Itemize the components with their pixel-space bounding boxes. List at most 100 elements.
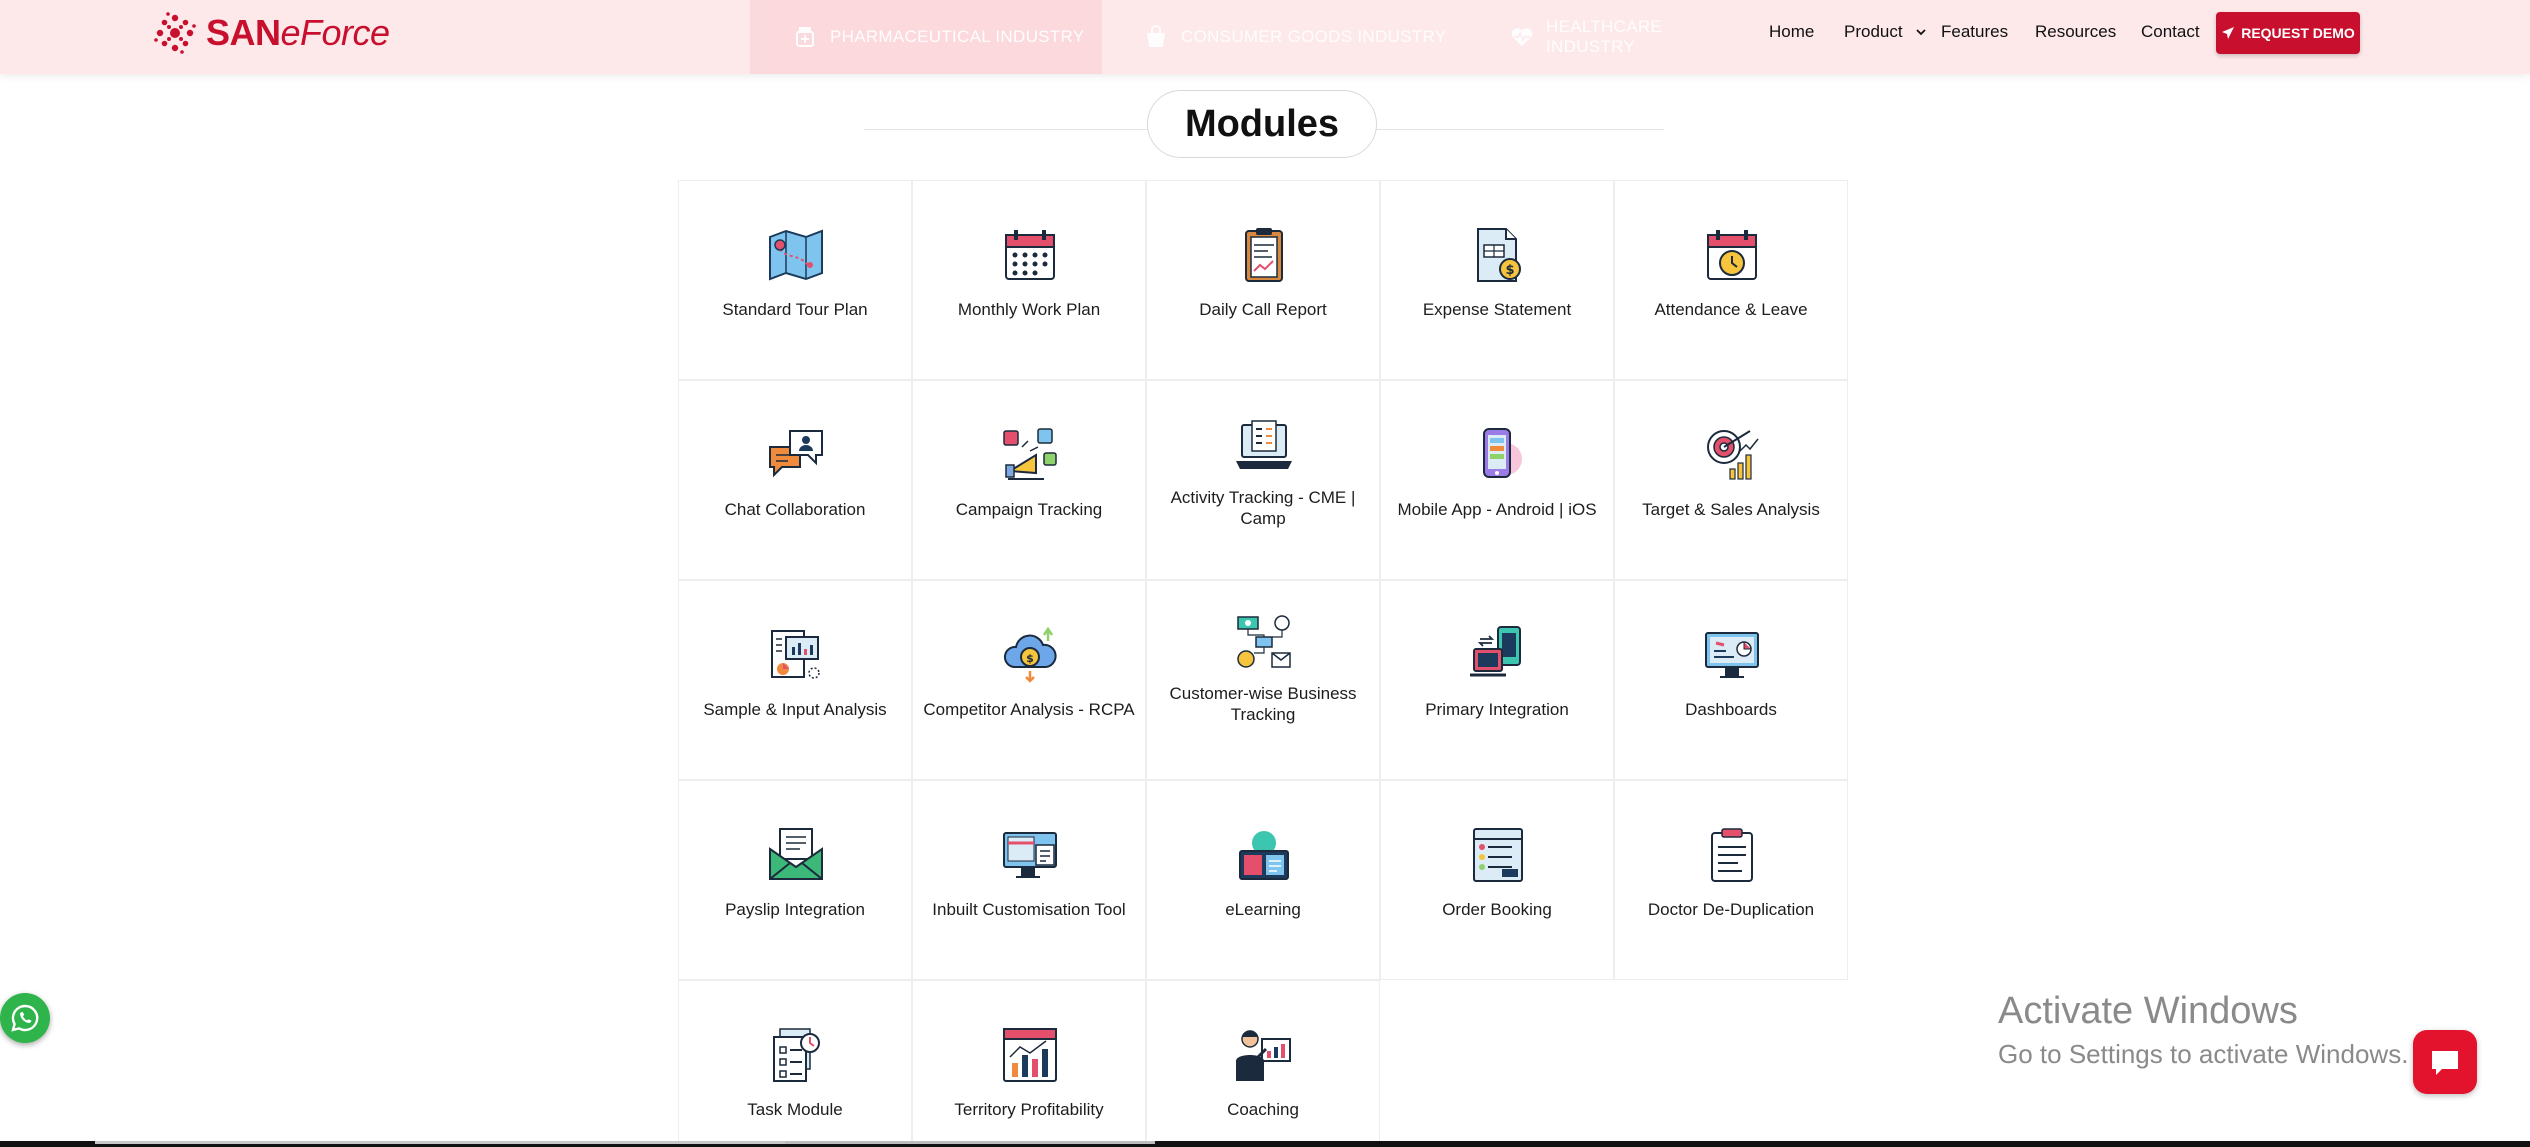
- module-card[interactable]: Dashboards: [1614, 580, 1848, 780]
- tab-label: CONSUMER GOODS INDUSTRY: [1181, 27, 1447, 46]
- page: SANeForce PHARMACEUTICAL INDUSTRY CONSUM…: [0, 0, 2530, 1147]
- module-card[interactable]: $ Expense Statement: [1380, 180, 1614, 380]
- module-card[interactable]: Inbuilt Customisation Tool: [912, 780, 1146, 980]
- module-label: Coaching: [1227, 1100, 1299, 1119]
- module-card[interactable]: Mobile App - Android | iOS: [1380, 380, 1614, 580]
- nav-home-label: Home: [1769, 22, 1815, 41]
- module-label: Sample & Input Analysis: [703, 700, 887, 719]
- module-card[interactable]: Chat Collaboration: [678, 380, 912, 580]
- coach-presentation-icon: [1236, 1030, 1291, 1081]
- module-label: Primary Integration: [1425, 700, 1569, 719]
- module-label: Activity Tracking - CME | Camp: [1170, 488, 1356, 528]
- windows-activation-watermark: Activate Windows Go to Settings to activ…: [1998, 990, 2408, 1070]
- module-card[interactable]: Order Booking: [1380, 780, 1614, 980]
- heart-pulse-icon: [1511, 28, 1533, 47]
- module-card[interactable]: Monthly Work Plan: [912, 180, 1146, 380]
- module-label: Dashboards: [1685, 700, 1777, 719]
- module-card[interactable]: Task Module: [678, 980, 912, 1147]
- module-label: Campaign Tracking: [955, 500, 1103, 519]
- nav-features[interactable]: Features: [1941, 0, 2008, 64]
- module-card[interactable]: Primary Integration: [1380, 580, 1614, 780]
- bottom-bar-segment: [785, 1141, 1155, 1144]
- module-card[interactable]: Standard Tour Plan: [678, 180, 912, 380]
- tab-pharmaceutical-industry[interactable]: PHARMACEUTICAL INDUSTRY: [750, 0, 1102, 74]
- elearning-book-icon: [1239, 831, 1289, 880]
- saneforce-logo[interactable]: SANeForce: [152, 10, 390, 56]
- section-title: Modules: [1147, 90, 1377, 158]
- nav-resources[interactable]: Resources: [2035, 0, 2116, 64]
- nav-resources-label: Resources: [2035, 22, 2117, 41]
- module-card[interactable]: Campaign Tracking: [912, 380, 1146, 580]
- nav-contact-label: Contact: [2141, 22, 2200, 41]
- module-label: Competitor Analysis - RCPA: [923, 700, 1135, 719]
- document-chart-icon: [771, 630, 820, 679]
- nav-contact[interactable]: Contact: [2141, 0, 2200, 64]
- module-label: Task Module: [747, 1100, 843, 1119]
- module-label: Expense Statement: [1422, 300, 1572, 319]
- envelope-payslip-icon: [769, 828, 823, 880]
- whatsapp-icon: [11, 1004, 39, 1032]
- module-label: Daily Call Report: [1199, 300, 1327, 319]
- module-card[interactable]: Daily Call Report: [1146, 180, 1380, 380]
- nav-product-label: Product: [1844, 22, 1903, 41]
- calendar-clock-icon: [1707, 230, 1757, 280]
- logo-text: SANeForce: [206, 12, 390, 54]
- module-label: Inbuilt Customisation Tool: [932, 900, 1126, 919]
- module-card[interactable]: Activity Tracking - CME | Camp: [1146, 380, 1380, 580]
- devices-sync-icon: [1470, 626, 1521, 677]
- module-label: Customer-wise Business Tracking: [1169, 684, 1357, 724]
- module-label: Standard Tour Plan: [722, 300, 868, 319]
- chat-bubble-icon: [2432, 1051, 2458, 1075]
- calendar-grid-icon: [1005, 230, 1055, 280]
- paper-plane-icon: [2222, 27, 2235, 39]
- shopping-bag-icon: [1147, 25, 1165, 47]
- target-chart-icon: [1707, 430, 1759, 480]
- module-label: Order Booking: [1442, 900, 1552, 919]
- nav-product[interactable]: Product: [1844, 0, 1929, 64]
- module-card[interactable]: Target & Sales Analysis: [1614, 380, 1848, 580]
- module-card[interactable]: eLearning: [1146, 780, 1380, 980]
- request-demo-label: REQUEST DEMO: [2241, 25, 2355, 41]
- module-card[interactable]: Doctor De-Duplication: [1614, 780, 1848, 980]
- tab-consumer-goods-industry[interactable]: CONSUMER GOODS INDUSTRY: [1143, 0, 1473, 74]
- module-label: Territory Profitability: [954, 1100, 1104, 1119]
- request-demo-button[interactable]: REQUEST DEMO: [2216, 12, 2360, 54]
- logo-brand-b: eForce: [280, 12, 391, 53]
- chevron-down-icon: [1915, 29, 1926, 36]
- module-label: Monthly Work Plan: [957, 300, 1101, 319]
- module-label: Mobile App - Android | iOS: [1397, 500, 1597, 519]
- watermark-line1: Activate Windows: [1998, 990, 2298, 1032]
- module-label: Payslip Integration: [725, 900, 865, 919]
- monitor-dashboard-icon: [1705, 632, 1759, 678]
- module-card[interactable]: Sample & Input Analysis: [678, 580, 912, 780]
- logo-brand-a: SAN: [206, 12, 281, 53]
- chat-widget-button[interactable]: [2413, 1030, 2477, 1094]
- module-label: Chat Collaboration: [724, 500, 866, 519]
- chat-bubbles-icon: [769, 430, 823, 478]
- module-card[interactable]: Coaching: [1146, 980, 1380, 1147]
- module-label: Doctor De-Duplication: [1647, 900, 1815, 919]
- nav-home[interactable]: Home: [1769, 0, 1814, 64]
- tab-healthcare-industry[interactable]: HEALTHCARE INDUSTRY: [1510, 0, 1740, 74]
- module-card[interactable]: $ Competitor Analysis - RCPA: [912, 580, 1146, 780]
- module-card[interactable]: Payslip Integration: [678, 780, 912, 980]
- tab-label: HEALTHCARE INDUSTRY: [1546, 17, 1663, 56]
- mobile-app-icon: [1483, 428, 1522, 478]
- logo-mark-icon: [154, 12, 196, 54]
- module-card[interactable]: Attendance & Leave: [1614, 180, 1848, 380]
- laptop-checklist-icon: [1236, 420, 1292, 469]
- browser-bottom-bar: [0, 1141, 2530, 1147]
- site-header: SANeForce PHARMACEUTICAL INDUSTRY CONSUM…: [0, 0, 2530, 74]
- order-list-icon: [1473, 828, 1523, 882]
- whatsapp-button[interactable]: [0, 993, 50, 1043]
- module-card[interactable]: Customer-wise Business Tracking: [1146, 580, 1380, 780]
- expense-document-icon: $: [1477, 228, 1521, 282]
- campaign-megaphone-icon: [1003, 428, 1057, 480]
- pill-bottle-icon: [796, 27, 814, 47]
- module-card[interactable]: Territory Profitability: [912, 980, 1146, 1147]
- task-documents-icon: [773, 1028, 820, 1082]
- svg-text:$: $: [1026, 652, 1034, 665]
- desktop-tools-icon: [1003, 832, 1057, 878]
- module-label: Target & Sales Analysis: [1642, 500, 1820, 519]
- clipboard-doctor-icon: [1711, 828, 1753, 882]
